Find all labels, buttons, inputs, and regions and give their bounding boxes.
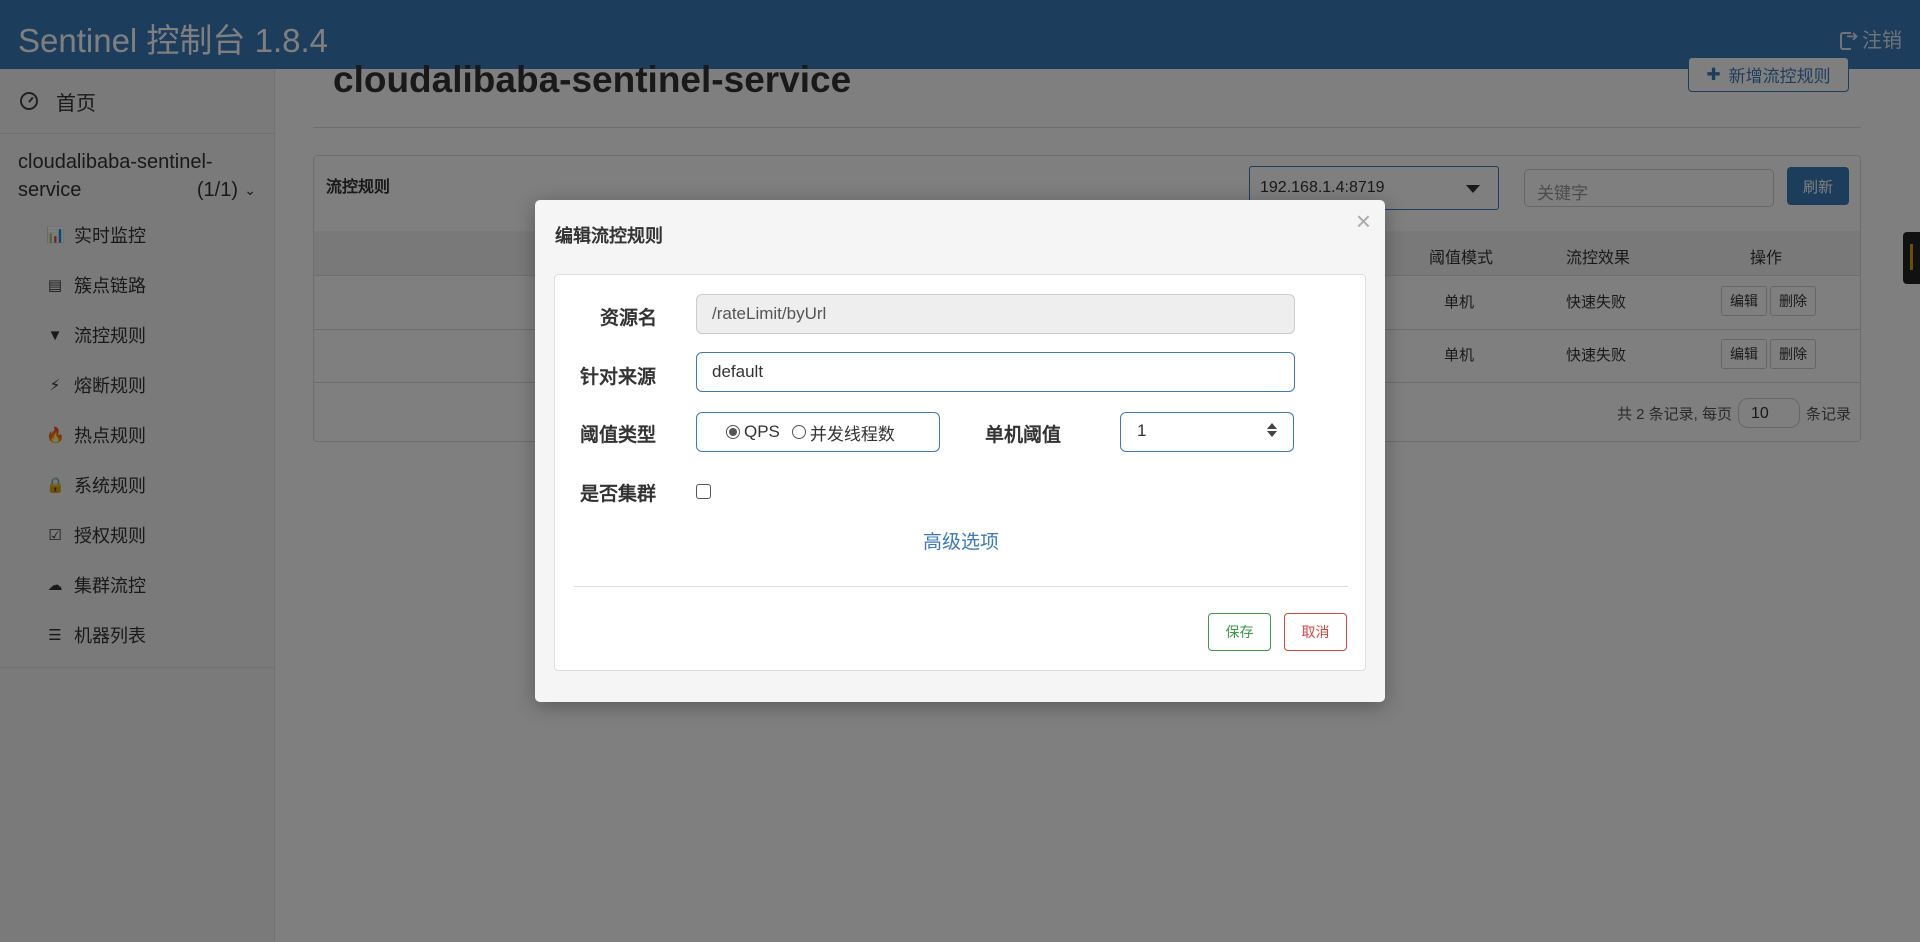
single-threshold-input[interactable]: 1 bbox=[1120, 412, 1294, 452]
thread-count-label: 并发线程数 bbox=[809, 424, 895, 444]
dialog-title: 编辑流控规则 bbox=[555, 226, 663, 246]
single-threshold-label: 单机阈值 bbox=[985, 425, 1062, 446]
threshold-type-radio-group: QPS 并发线程数 bbox=[696, 412, 940, 452]
cluster-mode-checkbox[interactable] bbox=[696, 484, 711, 499]
number-spinner-icon[interactable] bbox=[1267, 423, 1277, 437]
limit-origin-label: 针对来源 bbox=[580, 367, 657, 388]
single-threshold-value: 1 bbox=[1137, 421, 1147, 440]
threshold-type-qps-option[interactable]: QPS bbox=[726, 422, 780, 442]
cluster-mode-label: 是否集群 bbox=[580, 484, 657, 505]
resource-name-field: /rateLimit/byUrl bbox=[696, 294, 1295, 334]
threshold-type-label: 阈值类型 bbox=[580, 425, 657, 446]
dialog-body: 资源名 /rateLimit/byUrl 针对来源 default 阈值类型 Q… bbox=[554, 274, 1366, 671]
limit-origin-input[interactable]: default bbox=[696, 352, 1295, 392]
cancel-button[interactable]: 取消 bbox=[1284, 613, 1347, 651]
dialog-divider bbox=[574, 586, 1348, 587]
edit-flow-rule-dialog: 编辑流控规则 × 资源名 /rateLimit/byUrl 针对来源 defau… bbox=[535, 200, 1385, 702]
save-button[interactable]: 保存 bbox=[1208, 613, 1271, 651]
advanced-options-link[interactable]: 高级选项 bbox=[555, 527, 1367, 554]
threshold-type-thread-option[interactable]: 并发线程数 bbox=[791, 420, 895, 445]
thread-count-radio[interactable] bbox=[791, 425, 806, 439]
close-icon[interactable]: × bbox=[1356, 206, 1371, 237]
qps-label: QPS bbox=[744, 422, 780, 441]
qps-radio[interactable] bbox=[726, 425, 740, 439]
resource-name-label: 资源名 bbox=[600, 308, 658, 329]
